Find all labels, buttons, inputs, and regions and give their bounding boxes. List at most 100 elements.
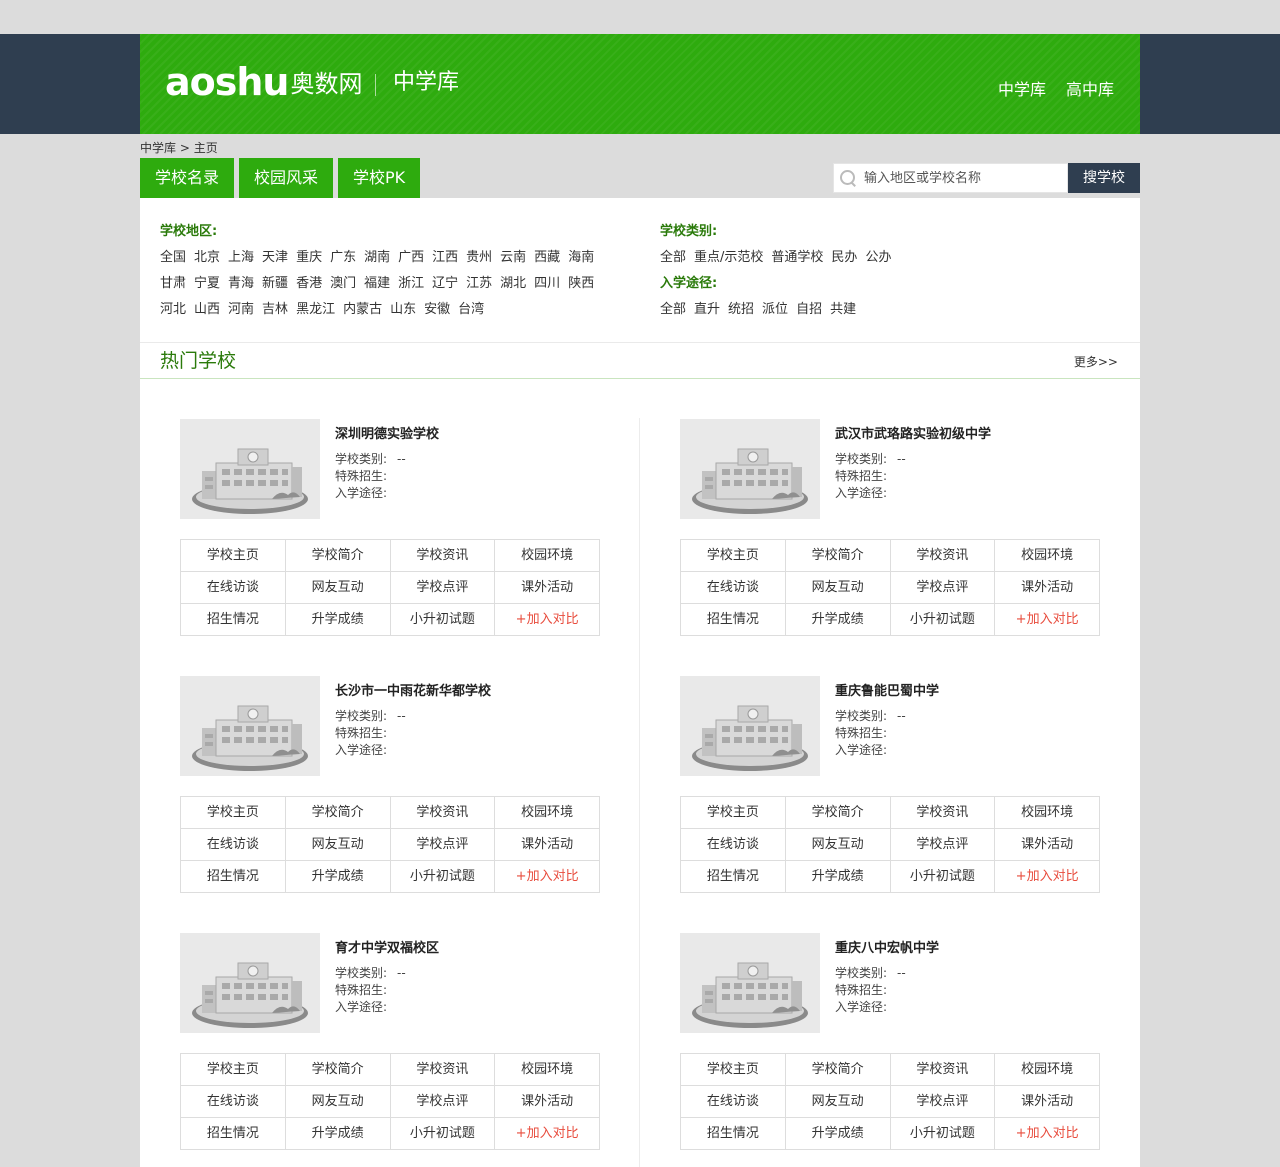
school-name[interactable]: 深圳明德实验学校 <box>335 423 439 442</box>
link-activities[interactable]: 课外活动 <box>495 829 600 861</box>
region-option[interactable]: 广东 <box>330 249 356 275</box>
link-results[interactable]: 升学成绩 <box>785 1118 891 1150</box>
type-option[interactable]: 全部 <box>660 249 686 275</box>
region-option[interactable]: 陕西 <box>568 275 594 301</box>
link-compare[interactable]: +加入对比 <box>995 1118 1100 1150</box>
link-interaction[interactable]: 网友互动 <box>785 572 891 604</box>
admission-option[interactable]: 全部 <box>660 301 686 327</box>
type-option[interactable]: 民办 <box>831 249 857 275</box>
link-interaction[interactable]: 网友互动 <box>285 572 391 604</box>
link-home[interactable]: 学校主页 <box>181 540 286 572</box>
link-results[interactable]: 升学成绩 <box>785 861 891 893</box>
link-results[interactable]: 升学成绩 <box>785 604 891 636</box>
type-option[interactable]: 公办 <box>865 249 891 275</box>
region-option[interactable]: 青海 <box>228 275 254 301</box>
link-interview[interactable]: 在线访谈 <box>181 1086 286 1118</box>
school-name[interactable]: 重庆八中宏帆中学 <box>835 937 939 956</box>
school-name[interactable]: 育才中学双福校区 <box>335 937 439 956</box>
search-input[interactable] <box>864 170 1064 186</box>
more-link[interactable]: 更多>> <box>1074 353 1118 370</box>
link-environment[interactable]: 校园环境 <box>495 797 600 829</box>
region-option[interactable]: 上海 <box>228 249 254 275</box>
region-option[interactable]: 广西 <box>398 249 424 275</box>
link-activities[interactable]: 课外活动 <box>495 572 600 604</box>
link-activities[interactable]: 课外活动 <box>995 572 1100 604</box>
region-option[interactable]: 江西 <box>432 249 458 275</box>
school-thumbnail[interactable] <box>680 933 820 1033</box>
region-option[interactable]: 内蒙古 <box>343 301 382 327</box>
link-interview[interactable]: 在线访谈 <box>181 829 286 861</box>
link-exam[interactable]: 小升初试题 <box>890 861 996 893</box>
link-interaction[interactable]: 网友互动 <box>785 1086 891 1118</box>
admission-option[interactable]: 自招 <box>796 301 822 327</box>
link-review[interactable]: 学校点评 <box>390 1086 496 1118</box>
region-option[interactable]: 黑龙江 <box>296 301 335 327</box>
link-activities[interactable]: 课外活动 <box>495 1086 600 1118</box>
link-home[interactable]: 学校主页 <box>181 797 286 829</box>
link-news[interactable]: 学校资讯 <box>890 1054 996 1086</box>
admission-option[interactable]: 统招 <box>728 301 754 327</box>
link-interview[interactable]: 在线访谈 <box>681 572 786 604</box>
link-review[interactable]: 学校点评 <box>890 829 996 861</box>
school-name[interactable]: 重庆鲁能巴蜀中学 <box>835 680 939 699</box>
region-option[interactable]: 西藏 <box>534 249 560 275</box>
type-option[interactable]: 普通学校 <box>771 249 823 275</box>
link-home[interactable]: 学校主页 <box>681 797 786 829</box>
region-option[interactable]: 北京 <box>194 249 220 275</box>
link-compare[interactable]: +加入对比 <box>495 861 600 893</box>
region-option[interactable]: 吉林 <box>262 301 288 327</box>
link-exam[interactable]: 小升初试题 <box>890 1118 996 1150</box>
link-intro[interactable]: 学校简介 <box>285 1054 391 1086</box>
region-option[interactable]: 台湾 <box>458 301 484 327</box>
link-news[interactable]: 学校资讯 <box>890 797 996 829</box>
nav-high-school[interactable]: 高中库 <box>1066 76 1114 100</box>
link-news[interactable]: 学校资讯 <box>890 540 996 572</box>
link-results[interactable]: 升学成绩 <box>285 861 391 893</box>
link-home[interactable]: 学校主页 <box>681 1054 786 1086</box>
admission-option[interactable]: 共建 <box>830 301 856 327</box>
school-name[interactable]: 武汉市武珞路实验初级中学 <box>835 423 991 442</box>
link-environment[interactable]: 校园环境 <box>495 540 600 572</box>
region-option[interactable]: 河南 <box>228 301 254 327</box>
link-compare[interactable]: +加入对比 <box>495 604 600 636</box>
region-option[interactable]: 浙江 <box>398 275 424 301</box>
school-thumbnail[interactable] <box>680 676 820 776</box>
nav-middle-school[interactable]: 中学库 <box>998 76 1046 100</box>
region-option[interactable]: 云南 <box>500 249 526 275</box>
region-option[interactable]: 海南 <box>568 249 594 275</box>
school-thumbnail[interactable] <box>680 419 820 519</box>
region-option[interactable]: 辽宁 <box>432 275 458 301</box>
region-option[interactable]: 湖北 <box>500 275 526 301</box>
region-option[interactable]: 宁夏 <box>194 275 220 301</box>
region-option[interactable]: 四川 <box>534 275 560 301</box>
link-intro[interactable]: 学校简介 <box>285 540 391 572</box>
link-enrollment[interactable]: 招生情况 <box>681 861 786 893</box>
region-option[interactable]: 香港 <box>296 275 322 301</box>
link-review[interactable]: 学校点评 <box>390 572 496 604</box>
link-enrollment[interactable]: 招生情况 <box>681 1118 786 1150</box>
link-enrollment[interactable]: 招生情况 <box>181 861 286 893</box>
link-interaction[interactable]: 网友互动 <box>285 829 391 861</box>
school-thumbnail[interactable] <box>180 676 320 776</box>
link-enrollment[interactable]: 招生情况 <box>681 604 786 636</box>
link-intro[interactable]: 学校简介 <box>785 540 891 572</box>
school-name[interactable]: 长沙市一中雨花新华都学校 <box>335 680 491 699</box>
link-news[interactable]: 学校资讯 <box>390 540 496 572</box>
link-news[interactable]: 学校资讯 <box>390 797 496 829</box>
tab-campus[interactable]: 校园风采 <box>239 158 334 198</box>
link-interview[interactable]: 在线访谈 <box>681 1086 786 1118</box>
link-enrollment[interactable]: 招生情况 <box>181 1118 286 1150</box>
link-intro[interactable]: 学校简介 <box>285 797 391 829</box>
link-interview[interactable]: 在线访谈 <box>181 572 286 604</box>
link-compare[interactable]: +加入对比 <box>995 604 1100 636</box>
link-interaction[interactable]: 网友互动 <box>285 1086 391 1118</box>
link-enrollment[interactable]: 招生情况 <box>181 604 286 636</box>
link-activities[interactable]: 课外活动 <box>995 829 1100 861</box>
link-exam[interactable]: 小升初试题 <box>390 604 496 636</box>
link-exam[interactable]: 小升初试题 <box>390 861 496 893</box>
tab-directory[interactable]: 学校名录 <box>140 158 235 198</box>
link-environment[interactable]: 校园环境 <box>995 540 1100 572</box>
region-option[interactable]: 山西 <box>194 301 220 327</box>
admission-option[interactable]: 派位 <box>762 301 788 327</box>
region-option[interactable]: 全国 <box>160 249 186 275</box>
